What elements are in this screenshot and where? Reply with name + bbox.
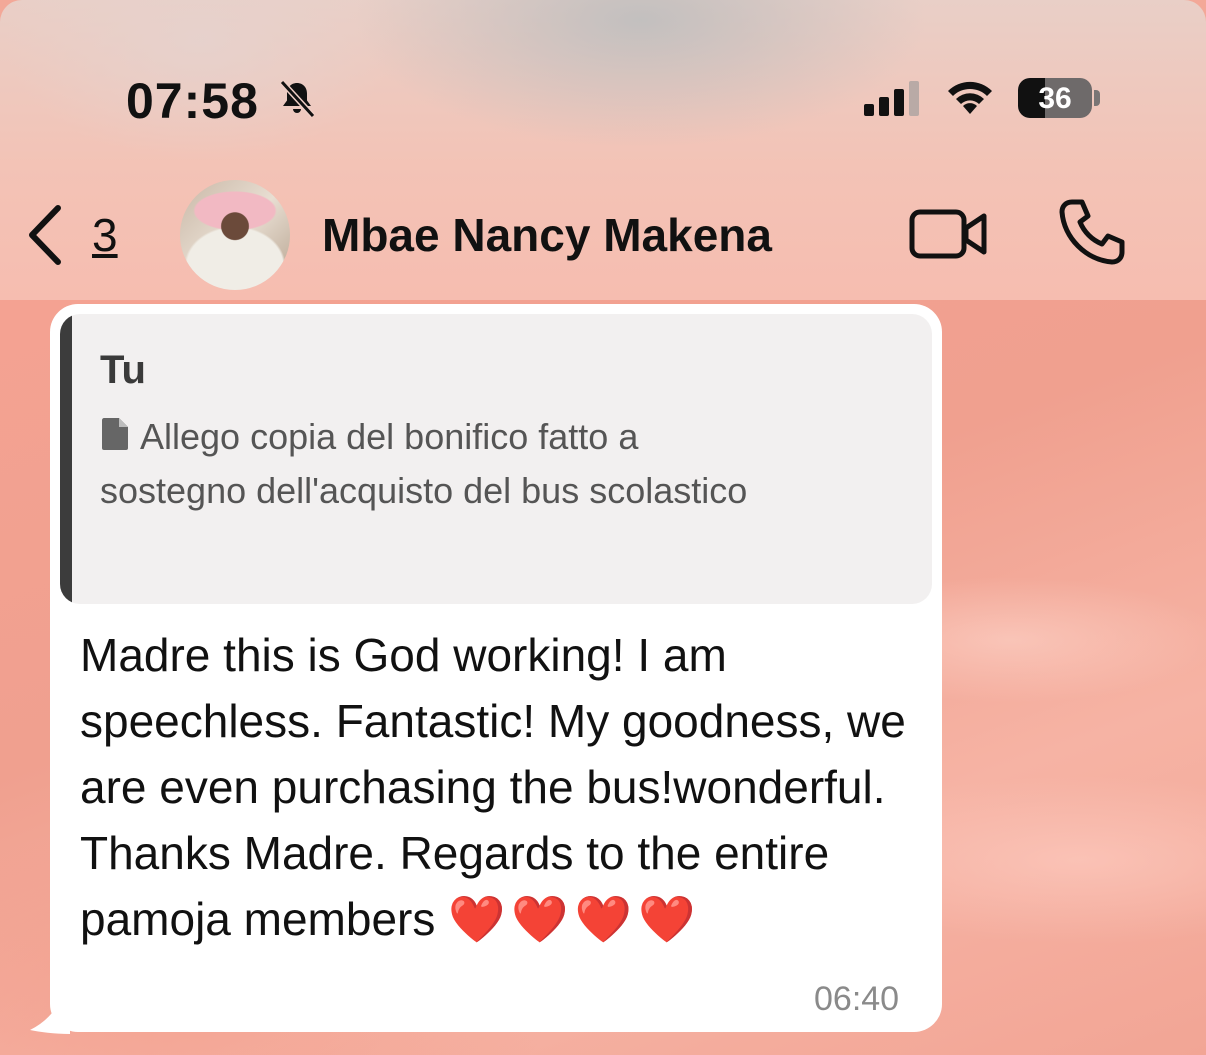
phone-icon[interactable] bbox=[1058, 198, 1126, 266]
battery-icon: 36 bbox=[1018, 78, 1092, 118]
message-timestamp: 06:40 bbox=[814, 980, 900, 1018]
quote-bar bbox=[60, 314, 72, 604]
chevron-left-icon[interactable] bbox=[24, 204, 68, 266]
status-time: 07:58 bbox=[126, 73, 259, 129]
wifi-icon bbox=[948, 81, 992, 114]
top-bar: 07:58 36 3 Mbae Nancy Makena bbox=[0, 0, 1206, 300]
contact-avatar[interactable] bbox=[180, 180, 290, 290]
cellular-signal-icon bbox=[864, 81, 919, 116]
quoted-author: Tu bbox=[100, 348, 146, 392]
contact-name[interactable]: Mbae Nancy Makena bbox=[322, 208, 772, 262]
bell-slash-icon bbox=[279, 79, 316, 119]
battery-tip bbox=[1094, 90, 1100, 106]
battery-percent: 36 bbox=[1038, 82, 1072, 115]
message-text: Madre this is God working! I am speechle… bbox=[80, 622, 930, 952]
video-call-icon[interactable] bbox=[908, 206, 990, 262]
heart-emoji: ❤️❤️❤️❤️ bbox=[448, 892, 702, 946]
back-unread-count[interactable]: 3 bbox=[92, 208, 118, 262]
quoted-text: Allego copia del bonifico fatto a sosteg… bbox=[100, 416, 748, 511]
quoted-message[interactable]: Tu Allego copia del bonifico fatto a sos… bbox=[60, 314, 932, 604]
